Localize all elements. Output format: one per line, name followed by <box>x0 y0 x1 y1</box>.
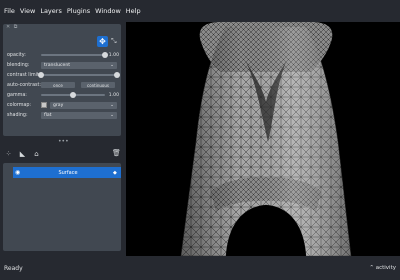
activity-label: activity <box>375 265 396 271</box>
menu-window[interactable]: Window <box>95 7 121 15</box>
layer-name: Surface <box>58 169 78 176</box>
chevron-down-icon: ⌄ <box>110 102 114 108</box>
blending-label: blending: <box>7 62 30 68</box>
surface-mesh-render <box>180 22 352 256</box>
auto-contrast-label: auto-contrast: <box>7 82 42 88</box>
opacity-slider[interactable] <box>40 52 108 58</box>
blending-value: translucent <box>44 62 71 68</box>
layer-row-surface[interactable]: ◉ Surface ◆ <box>13 167 121 178</box>
auto-contrast-continuous-button[interactable]: continuous <box>81 82 115 88</box>
colormap-row: colormap: gray ⌄ <box>7 100 119 110</box>
contrast-limits-slider[interactable] <box>38 72 120 78</box>
pan-zoom-mode-button[interactable]: ✥ <box>97 36 108 47</box>
colormap-label: colormap: <box>7 102 32 108</box>
blending-row: blending: translucent ⌄ <box>7 60 119 70</box>
gamma-slider[interactable] <box>40 92 105 98</box>
status-bar: Ready ⌃ activity <box>0 256 400 280</box>
opacity-row: opacity: 1.00 <box>7 50 119 60</box>
menu-plugins[interactable]: Plugins <box>67 7 90 15</box>
new-shapes-layer-icon[interactable]: ◣ <box>17 149 28 160</box>
menu-bar: File View Layers Plugins Window Help <box>0 0 400 22</box>
status-text: Ready <box>4 264 23 272</box>
colormap-value: gray <box>53 102 64 108</box>
left-dock: ✕ ⧉ ✥ ⤡ opacity: 1.00 blending: transluc… <box>0 22 124 273</box>
viewer-canvas[interactable] <box>126 22 400 256</box>
menu-help[interactable]: Help <box>126 7 141 15</box>
shading-row: shading: flat ⌄ <box>7 110 119 120</box>
activity-button[interactable]: ⌃ activity <box>369 265 396 271</box>
dock-handle[interactable]: ✕ ⧉ <box>6 24 18 30</box>
surface-layer-icon: ◆ <box>113 169 117 176</box>
menu-view[interactable]: View <box>20 7 35 15</box>
layer-list: ◉ Surface ◆ <box>3 163 121 251</box>
contrast-limits-row: contrast limits: <box>7 70 120 80</box>
shading-value: flat <box>44 112 52 118</box>
new-labels-layer-icon[interactable]: ⌂ <box>31 149 42 160</box>
new-points-layer-icon[interactable]: ⁘ <box>3 149 14 160</box>
opacity-label: opacity: <box>7 52 26 58</box>
blending-select[interactable]: translucent ⌄ <box>41 61 117 69</box>
transform-mode-button[interactable]: ⤡ <box>111 36 120 47</box>
gamma-label: gamma: <box>7 92 27 98</box>
gamma-value: 1.00 <box>108 92 119 98</box>
gamma-slider-handle[interactable] <box>69 92 76 98</box>
opacity-slider-handle[interactable] <box>101 52 108 58</box>
menu-layers[interactable]: Layers <box>40 7 62 15</box>
shading-select[interactable]: flat ⌄ <box>41 111 117 119</box>
panel-splitter[interactable]: ••• <box>58 139 69 145</box>
auto-contrast-once-button[interactable]: once <box>41 82 75 88</box>
delete-layer-icon[interactable]: 🗑 <box>111 148 122 159</box>
shading-label: shading: <box>7 112 28 118</box>
visibility-eye-icon[interactable]: ◉ <box>15 169 23 177</box>
contrast-low-handle[interactable] <box>38 72 44 78</box>
gamma-row: gamma: 1.00 <box>7 90 119 100</box>
chevron-down-icon: ⌄ <box>110 62 114 68</box>
auto-contrast-row: auto-contrast: once continuous <box>7 80 119 90</box>
opacity-value: 1.00 <box>108 52 119 58</box>
contrast-limits-label: contrast limits: <box>7 72 43 78</box>
layer-controls-panel: ✕ ⧉ ✥ ⤡ opacity: 1.00 blending: transluc… <box>3 24 121 136</box>
layer-list-toolbar: ⁘ ◣ ⌂ 🗑 <box>3 147 121 161</box>
contrast-high-handle[interactable] <box>114 72 120 78</box>
colormap-select[interactable]: gray ⌄ <box>50 101 117 109</box>
colormap-swatch <box>41 102 47 108</box>
chevron-down-icon: ⌄ <box>110 112 114 118</box>
menu-file[interactable]: File <box>4 7 15 15</box>
